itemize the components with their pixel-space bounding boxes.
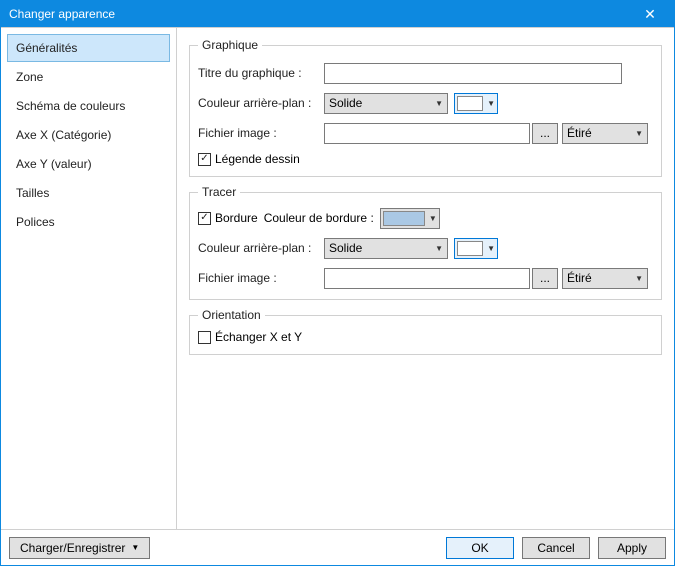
group-chart-legend: Graphique (198, 38, 262, 52)
sidebar-item-general[interactable]: Généralités (7, 34, 170, 62)
swap-xy-cb-label: Échanger X et Y (215, 330, 302, 344)
ok-button[interactable]: OK (446, 537, 514, 559)
chart-bg-mode-combo[interactable]: Solide ▼ (324, 93, 448, 114)
chart-title-label: Titre du graphique : (198, 66, 324, 80)
plot-file-input[interactable] (324, 268, 530, 289)
plot-border-cb-label: Bordure (215, 211, 258, 225)
chevron-down-icon: ▼ (435, 244, 443, 253)
chevron-down-icon: ▼ (635, 129, 643, 138)
plot-file-label: Fichier image : (198, 271, 324, 285)
chevron-down-icon: ▼ (429, 214, 437, 223)
cancel-button[interactable]: Cancel (522, 537, 590, 559)
sidebar-item-sizes[interactable]: Tailles (7, 179, 170, 207)
chart-bg-color-picker[interactable]: ▼ (454, 93, 498, 114)
window-title: Changer apparence (9, 7, 115, 21)
dialog-window: Changer apparence ✕ Généralités Zone Sch… (0, 0, 675, 566)
swap-xy-checkbox[interactable] (198, 331, 211, 344)
group-plot-legend: Tracer (198, 185, 240, 199)
sidebar-item-zone[interactable]: Zone (7, 63, 170, 91)
chevron-down-icon: ▼ (487, 99, 495, 108)
apply-button[interactable]: Apply (598, 537, 666, 559)
chevron-down-icon: ▼ (487, 244, 495, 253)
content-area: Généralités Zone Schéma de couleurs Axe … (1, 27, 674, 529)
sidebar-item-colorscheme[interactable]: Schéma de couleurs (7, 92, 170, 120)
titlebar: Changer apparence ✕ (1, 1, 674, 27)
chart-legend-cb-label: Légende dessin (215, 152, 300, 166)
load-save-button[interactable]: Charger/Enregistrer ▼ (9, 537, 150, 559)
chart-title-input[interactable] (324, 63, 622, 84)
plot-border-color-picker[interactable]: ▼ (380, 208, 440, 229)
chart-file-browse-button[interactable]: ... (532, 123, 558, 144)
chart-legend-checkbox[interactable]: ✓ (198, 153, 211, 166)
color-swatch-icon (457, 96, 483, 111)
plot-border-color-label: Couleur de bordure : (264, 211, 374, 225)
triangle-down-icon: ▼ (131, 543, 139, 552)
sidebar-item-axis-x[interactable]: Axe X (Catégorie) (7, 121, 170, 149)
group-plot: Tracer ✓ Bordure Couleur de bordure : ▼ … (189, 185, 662, 300)
footer: Charger/Enregistrer ▼ OK Cancel Apply (1, 529, 674, 565)
chart-file-label: Fichier image : (198, 126, 324, 140)
sidebar-item-fonts[interactable]: Polices (7, 208, 170, 236)
group-chart: Graphique Titre du graphique : Couleur a… (189, 38, 662, 177)
color-swatch-icon (457, 241, 483, 256)
close-icon[interactable]: ✕ (632, 6, 668, 23)
chevron-down-icon: ▼ (435, 99, 443, 108)
main-panel: Graphique Titre du graphique : Couleur a… (177, 28, 674, 529)
chart-file-input[interactable] (324, 123, 530, 144)
plot-border-checkbox[interactable]: ✓ (198, 212, 211, 225)
plot-bg-mode-combo[interactable]: Solide ▼ (324, 238, 448, 259)
chart-stretch-combo[interactable]: Étiré ▼ (562, 123, 648, 144)
sidebar-item-axis-y[interactable]: Axe Y (valeur) (7, 150, 170, 178)
plot-bg-label: Couleur arrière-plan : (198, 241, 324, 255)
plot-file-browse-button[interactable]: ... (532, 268, 558, 289)
color-swatch-icon (383, 211, 425, 226)
plot-bg-color-picker[interactable]: ▼ (454, 238, 498, 259)
group-orientation: Orientation Échanger X et Y (189, 308, 662, 355)
sidebar: Généralités Zone Schéma de couleurs Axe … (1, 28, 177, 529)
chart-bg-label: Couleur arrière-plan : (198, 96, 324, 110)
chevron-down-icon: ▼ (635, 274, 643, 283)
group-orient-legend: Orientation (198, 308, 265, 322)
plot-stretch-combo[interactable]: Étiré ▼ (562, 268, 648, 289)
